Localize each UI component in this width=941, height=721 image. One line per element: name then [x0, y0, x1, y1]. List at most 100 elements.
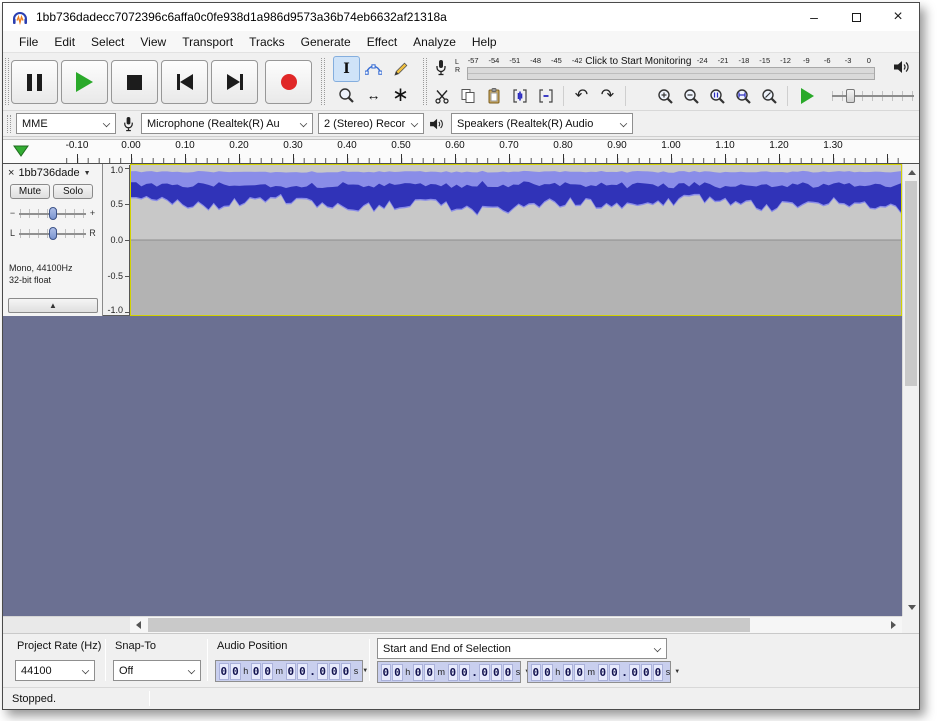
time-digit[interactable]: 0 — [219, 663, 230, 680]
selection-mode-select[interactable]: Start and End of Selection — [377, 638, 667, 659]
scroll-down-arrow[interactable] — [903, 599, 919, 616]
time-dropdown-arrow[interactable]: ▼ — [360, 668, 368, 674]
playback-device-select[interactable]: Speakers (Realtek(R) Audio — [451, 113, 633, 134]
menu-select[interactable]: Select — [83, 32, 132, 52]
selection-end-display[interactable]: 00h00m00.000s▼ — [527, 661, 671, 683]
speed-slider-thumb[interactable] — [846, 89, 855, 103]
transport-toolbar-grip[interactable] — [5, 58, 9, 105]
redo-button[interactable]: ↷ — [595, 84, 620, 109]
time-digit[interactable]: 0 — [230, 663, 241, 680]
title-bar[interactable]: 1bb736dadecc7072396c6affa0c0fe938d1a986d… — [3, 3, 919, 31]
track-name[interactable]: 1bb736dade — [18, 167, 79, 179]
pause-button[interactable] — [11, 60, 58, 104]
time-digit[interactable]: 0 — [448, 664, 459, 681]
vertical-scrollbar[interactable] — [902, 164, 919, 616]
selection-tool-button[interactable]: I — [333, 56, 360, 82]
fit-selection-button[interactable] — [705, 84, 730, 109]
play-at-speed-button[interactable] — [793, 84, 821, 109]
menu-generate[interactable]: Generate — [293, 32, 359, 52]
timeline-pointer-icon[interactable] — [13, 144, 29, 162]
mute-button[interactable]: Mute — [10, 184, 50, 199]
audio-position-display[interactable]: 00h00m00.000s▼ — [215, 660, 363, 682]
horizontal-scrollbar[interactable] — [130, 616, 902, 633]
zoom-toggle-button[interactable] — [757, 84, 782, 109]
time-digit[interactable]: 0 — [413, 664, 424, 681]
selection-start-display[interactable]: 00h00m00.000s▼ — [377, 661, 521, 683]
time-digit[interactable]: 0 — [542, 664, 553, 681]
time-digit[interactable]: 0 — [563, 664, 574, 681]
microphone-icon[interactable] — [433, 59, 449, 81]
track-close-button[interactable]: × — [8, 168, 14, 178]
time-digit[interactable]: 0 — [531, 664, 542, 681]
menu-transport[interactable]: Transport — [174, 32, 241, 52]
time-digit[interactable]: 0 — [262, 663, 273, 680]
meter-toolbar-grip[interactable] — [423, 58, 427, 105]
meter-message[interactable]: Click to Start Monitoring — [582, 56, 694, 67]
skip-to-end-button[interactable] — [211, 60, 258, 104]
zoom-tool-button[interactable] — [333, 82, 360, 108]
track-menu-caret-icon[interactable]: ▼ — [84, 170, 91, 177]
time-digit[interactable]: 0 — [297, 663, 308, 680]
time-digit[interactable]: 0 — [598, 664, 609, 681]
tools-toolbar-grip[interactable] — [321, 58, 325, 105]
fit-project-button[interactable] — [731, 84, 756, 109]
envelope-tool-button[interactable] — [360, 56, 387, 82]
time-digit[interactable]: 0 — [653, 664, 664, 681]
zoom-in-button[interactable] — [653, 84, 678, 109]
trim-audio-button[interactable] — [507, 84, 532, 109]
time-shift-tool-button[interactable]: ↔ — [360, 82, 387, 108]
undo-button[interactable]: ↶ — [569, 84, 594, 109]
time-digit[interactable]: 0 — [317, 663, 328, 680]
time-digit[interactable]: 0 — [251, 663, 262, 680]
waveform-display[interactable] — [130, 164, 902, 316]
time-digit[interactable]: 0 — [341, 663, 352, 680]
skip-to-start-button[interactable] — [161, 60, 208, 104]
draw-tool-button[interactable] — [387, 56, 414, 82]
gain-slider[interactable] — [19, 205, 86, 221]
time-digit[interactable]: 0 — [424, 664, 435, 681]
time-dropdown-arrow[interactable]: ▼ — [672, 669, 680, 675]
time-digit[interactable]: 0 — [381, 664, 392, 681]
cut-button[interactable] — [429, 84, 454, 109]
play-button[interactable] — [61, 60, 108, 104]
minimize-button[interactable]: – — [793, 3, 835, 31]
track-canvas[interactable]: × 1bb736dade ▼ Mute Solo − + L R — [3, 164, 919, 616]
audio-host-select[interactable]: MME — [16, 113, 116, 134]
playback-meter-speaker-icon[interactable] — [893, 59, 912, 80]
track-collapse-button[interactable]: ▲ — [8, 298, 98, 313]
time-digit[interactable]: 0 — [491, 664, 502, 681]
horizontal-scroll-thumb[interactable] — [148, 618, 750, 632]
pan-slider-thumb[interactable] — [49, 227, 57, 240]
snap-to-select[interactable]: Off — [113, 660, 201, 681]
menu-tracks[interactable]: Tracks — [241, 32, 293, 52]
time-digit[interactable]: . — [471, 666, 478, 679]
time-digit[interactable]: 0 — [286, 663, 297, 680]
recording-meter[interactable]: -57-54-51-48-45-42-39-36-33-30-27-24-21-… — [467, 56, 875, 81]
time-digit[interactable]: 0 — [574, 664, 585, 681]
copy-button[interactable] — [455, 84, 480, 109]
scroll-right-arrow[interactable] — [885, 617, 902, 633]
silence-audio-button[interactable] — [533, 84, 558, 109]
device-toolbar-grip[interactable] — [7, 115, 11, 133]
scroll-up-arrow[interactable] — [903, 164, 919, 181]
gain-slider-thumb[interactable] — [49, 207, 57, 220]
time-digit[interactable]: 0 — [641, 664, 652, 681]
pan-slider[interactable] — [19, 225, 86, 241]
menu-help[interactable]: Help — [464, 32, 505, 52]
menu-view[interactable]: View — [132, 32, 174, 52]
vertical-scroll-thumb[interactable] — [905, 181, 917, 386]
solo-button[interactable]: Solo — [53, 184, 93, 199]
time-digit[interactable]: 0 — [392, 664, 403, 681]
time-digit[interactable]: 0 — [629, 664, 640, 681]
menu-analyze[interactable]: Analyze — [405, 32, 464, 52]
time-digit[interactable]: 0 — [459, 664, 470, 681]
menu-effect[interactable]: Effect — [359, 32, 405, 52]
time-digit[interactable]: . — [621, 666, 628, 679]
time-digit[interactable]: 0 — [503, 664, 514, 681]
maximize-button[interactable] — [835, 3, 877, 31]
vertical-ruler[interactable]: 1.00.50.0-0.5-1.0 — [103, 165, 130, 315]
menu-edit[interactable]: Edit — [46, 32, 83, 52]
time-digit[interactable]: 0 — [329, 663, 340, 680]
scroll-left-arrow[interactable] — [130, 617, 147, 633]
recording-channels-select[interactable]: 2 (Stereo) Recor — [318, 113, 424, 134]
